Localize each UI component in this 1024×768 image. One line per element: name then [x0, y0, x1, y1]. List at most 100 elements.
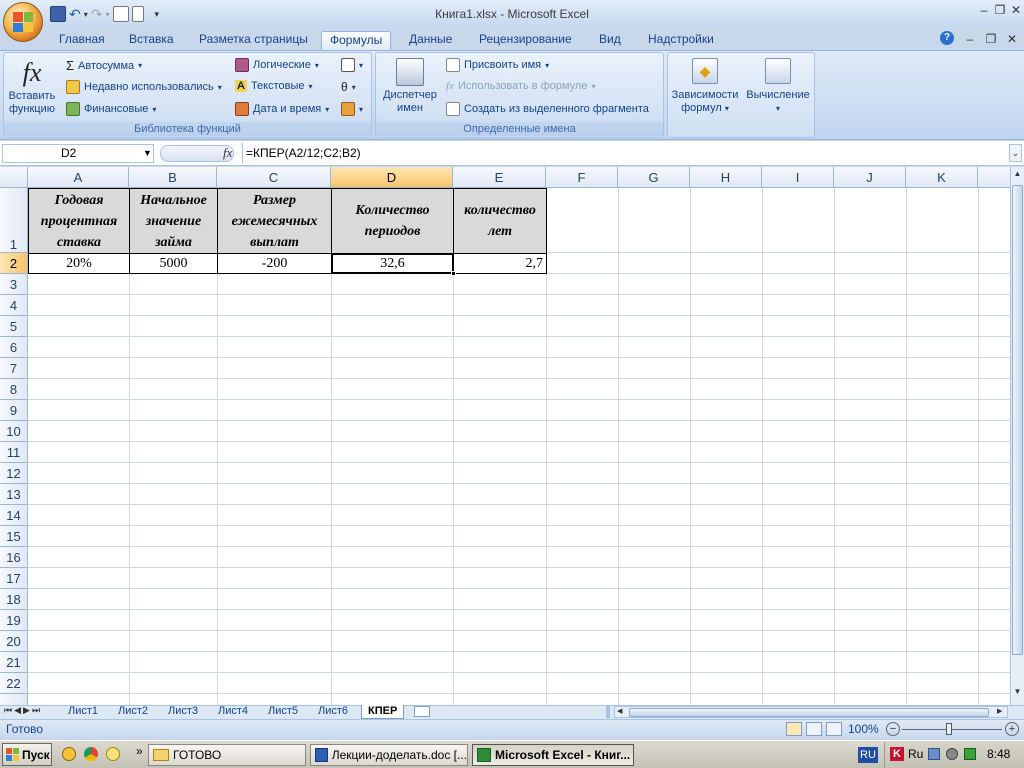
vertical-scroll-thumb[interactable]: [1012, 185, 1023, 655]
row-header-partial[interactable]: [0, 694, 28, 705]
column-header-partial[interactable]: [978, 167, 1010, 188]
formula-dependencies-button[interactable]: ◆ Зависимости формул ▾: [669, 56, 741, 115]
recently-used-button[interactable]: Недавно использовались ▾: [66, 80, 222, 94]
cell-c2[interactable]: -200: [217, 253, 332, 274]
row-header-2[interactable]: 2: [0, 253, 28, 274]
row-header-16[interactable]: 16: [0, 547, 28, 568]
tray-volume-icon[interactable]: [946, 748, 958, 760]
name-manager-button[interactable]: Диспетчер имен: [380, 56, 440, 115]
tab-data[interactable]: Данные: [401, 31, 460, 50]
row-header-15[interactable]: 15: [0, 526, 28, 547]
row-header-10[interactable]: 10: [0, 421, 28, 442]
tray-k-icon[interactable]: K: [890, 747, 904, 761]
row-header-20[interactable]: 20: [0, 631, 28, 652]
tab-split-handle[interactable]: [606, 706, 610, 718]
column-header-g[interactable]: G: [618, 167, 690, 188]
name-box[interactable]: D2: [2, 144, 154, 163]
cell-d2-active[interactable]: 32,6: [331, 253, 454, 274]
cell-a1[interactable]: Годовая процентная ставка: [28, 188, 130, 254]
scroll-down-icon[interactable]: ▼: [1011, 687, 1024, 701]
row-header-17[interactable]: 17: [0, 568, 28, 589]
row-header-5[interactable]: 5: [0, 316, 28, 337]
sheet-tab-6[interactable]: Лист6: [312, 705, 354, 719]
row-header-7[interactable]: 7: [0, 358, 28, 379]
zoom-out-icon[interactable]: −: [886, 722, 900, 736]
column-header-e[interactable]: E: [453, 167, 546, 188]
sheet-tab-3[interactable]: Лист3: [162, 705, 204, 719]
row-header-11[interactable]: 11: [0, 442, 28, 463]
define-name-button[interactable]: Присвоить имя ▾: [446, 58, 549, 72]
column-header-c[interactable]: C: [217, 167, 331, 188]
row-header-6[interactable]: 6: [0, 337, 28, 358]
scroll-left-icon[interactable]: ◀: [617, 707, 622, 715]
worksheet-grid[interactable]: A B C D E F G H I J K 1 2 3 4 5 6 7 8 9 …: [0, 167, 1010, 705]
select-all-button[interactable]: [0, 167, 28, 188]
text-functions-button[interactable]: A Текстовые ▾: [235, 80, 313, 92]
autosum-button[interactable]: Σ Автосумма ▾: [66, 58, 142, 73]
quicklaunch-chrome-icon[interactable]: [84, 747, 98, 761]
horizontal-scrollbar[interactable]: ◀ ▶: [614, 706, 1008, 718]
zoom-in-icon[interactable]: +: [1005, 722, 1019, 736]
zoom-slider-track[interactable]: [902, 729, 1002, 730]
row-header-18[interactable]: 18: [0, 589, 28, 610]
row-header-19[interactable]: 19: [0, 610, 28, 631]
close-workbook-button[interactable]: ✕: [1004, 32, 1020, 46]
row-header-4[interactable]: 4: [0, 295, 28, 316]
tab-home[interactable]: Главная: [51, 31, 113, 50]
tray-language-ru[interactable]: Ru: [908, 747, 923, 761]
vertical-scrollbar[interactable]: ▲ ▼: [1010, 167, 1024, 705]
date-time-button[interactable]: Дата и время ▾: [235, 102, 329, 116]
zoom-slider-thumb[interactable]: [946, 723, 952, 735]
scroll-right-icon[interactable]: ▶: [997, 707, 1002, 715]
tab-view[interactable]: Вид: [591, 31, 629, 50]
column-header-f[interactable]: F: [546, 167, 618, 188]
name-box-dropdown-icon[interactable]: ▼: [143, 148, 152, 158]
fill-handle[interactable]: [451, 271, 456, 276]
start-button[interactable]: Пуск: [2, 743, 52, 766]
row-header-9[interactable]: 9: [0, 400, 28, 421]
language-indicator[interactable]: RU: [858, 747, 878, 763]
column-header-i[interactable]: I: [762, 167, 834, 188]
taskbar-item-word[interactable]: Лекции-доделать.doc [...: [310, 744, 468, 766]
create-from-selection-button[interactable]: Создать из выделенного фрагмента: [446, 102, 649, 116]
sheet-tab-1[interactable]: Лист1: [62, 705, 104, 719]
cell-e1[interactable]: количество лет: [453, 188, 547, 254]
minimize-window-button[interactable]: ‒: [976, 3, 992, 17]
row-header-8[interactable]: 8: [0, 379, 28, 400]
horizontal-scroll-thumb[interactable]: [629, 708, 989, 717]
normal-view-icon[interactable]: [786, 722, 802, 736]
cell-e2[interactable]: 2,7: [453, 253, 547, 274]
tab-review[interactable]: Рецензирование: [471, 31, 580, 50]
page-break-view-icon[interactable]: [826, 722, 842, 736]
row-header-3[interactable]: 3: [0, 274, 28, 295]
row-header-22[interactable]: 22: [0, 673, 28, 694]
column-header-h[interactable]: H: [690, 167, 762, 188]
tab-add-ins[interactable]: Надстройки: [640, 31, 722, 50]
sheet-tab-2[interactable]: Лист2: [112, 705, 154, 719]
math-trig-button[interactable]: θ ▾: [341, 80, 356, 94]
insert-function-button[interactable]: fx Вставить функцию: [6, 56, 58, 116]
tab-page-layout[interactable]: Разметка страницы: [191, 31, 316, 50]
financial-button[interactable]: Финансовые ▾: [66, 102, 156, 116]
close-window-button[interactable]: ✕: [1008, 3, 1024, 17]
more-functions-button[interactable]: ▾: [341, 102, 363, 116]
column-header-k[interactable]: K: [906, 167, 978, 188]
tray-network-icon[interactable]: [928, 748, 940, 760]
expand-formula-bar-button[interactable]: ⌄: [1009, 144, 1022, 162]
help-icon[interactable]: ?: [940, 31, 954, 45]
sheet-nav-icon[interactable]: ⏮◀▶⏭: [4, 705, 42, 716]
cell-a2[interactable]: 20%: [28, 253, 130, 274]
lookup-reference-button[interactable]: ▾: [341, 58, 363, 72]
use-in-formula-button[interactable]: fx Использовать в формуле ▾: [446, 80, 595, 92]
tab-insert[interactable]: Вставка: [121, 31, 182, 50]
tab-formulas[interactable]: Формулы: [321, 31, 392, 50]
row-header-21[interactable]: 21: [0, 652, 28, 673]
quicklaunch-overflow-icon[interactable]: »: [136, 744, 143, 758]
sheet-tab-4[interactable]: Лист4: [212, 705, 254, 719]
row-header-13[interactable]: 13: [0, 484, 28, 505]
sheet-tab-5[interactable]: Лист5: [262, 705, 304, 719]
row-header-1[interactable]: 1: [0, 188, 28, 253]
row-header-14[interactable]: 14: [0, 505, 28, 526]
logical-button[interactable]: Логические ▾: [235, 58, 319, 72]
column-header-a[interactable]: A: [28, 167, 129, 188]
